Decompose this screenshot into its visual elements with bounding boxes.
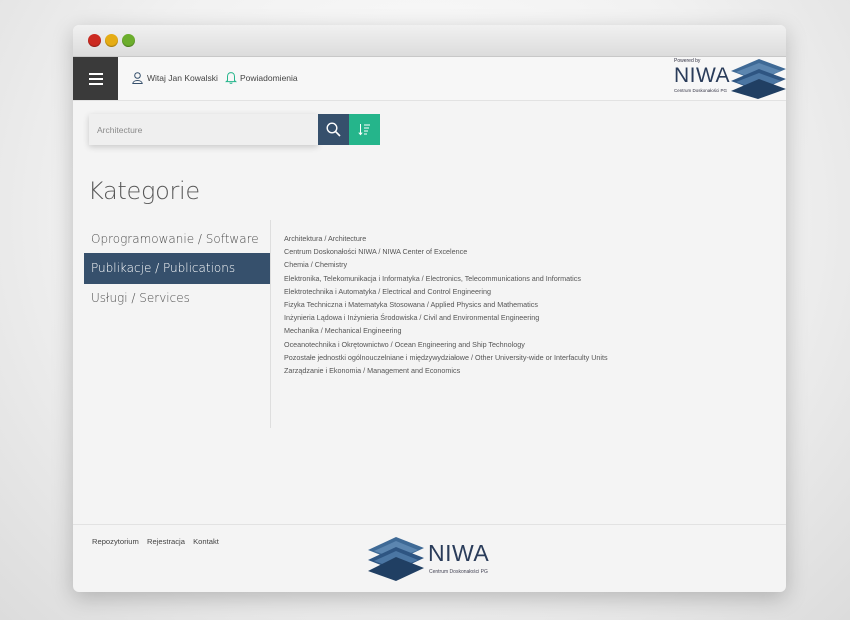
subcategory-item[interactable]: Centrum Doskonałości NIWA / NIWA Center … [284, 245, 608, 258]
notifications-link[interactable]: Powiadomienia [240, 73, 298, 83]
subcategory-item[interactable]: Inżynieria Lądowa i Inżynieria Środowisk… [284, 311, 608, 324]
window-titlebar [73, 25, 786, 57]
menu-button[interactable] [73, 57, 118, 100]
subcategory-list: Architektura / Architecture Centrum Dosk… [284, 232, 608, 377]
subcategory-item[interactable]: Elektrotechnika i Automatyka / Electrica… [284, 285, 608, 298]
footer-link-repository[interactable]: Repozytorium [92, 537, 139, 546]
niwa-logo-header[interactable]: Powered by NIWA Centrum Doskonałości PG [671, 57, 786, 99]
search-input[interactable] [89, 114, 312, 145]
footer-link-contact[interactable]: Kontakt [193, 537, 219, 546]
column-divider [270, 220, 271, 428]
subcategory-item[interactable]: Oceanotechnika i Okrętownictwo / Ocean E… [284, 338, 608, 351]
close-window-button[interactable] [88, 34, 101, 47]
sort-icon [358, 124, 370, 136]
subcategory-item[interactable]: Elektronika, Telekomunikacja i Informaty… [284, 272, 608, 285]
search-button[interactable] [318, 114, 349, 145]
search-box [89, 114, 318, 145]
hamburger-icon [88, 72, 103, 75]
subcategory-item[interactable]: Fizyka Techniczna i Matematyka Stosowana… [284, 298, 608, 311]
footer-links: Repozytorium Rejestracja Kontakt [92, 537, 225, 546]
subcategory-item[interactable]: Architektura / Architecture [284, 232, 608, 245]
niwa-subtitle: Centrum Doskonałości PG [674, 88, 728, 93]
user-icon [132, 72, 143, 84]
niwa-logo-footer[interactable]: NIWA Centrum Doskonałości PG [368, 535, 503, 583]
subcategory-item[interactable]: Chemia / Chemistry [284, 258, 608, 271]
subcategory-item[interactable]: Zarządzanie i Ekonomia / Management and … [284, 364, 608, 377]
minimize-window-button[interactable] [105, 34, 118, 47]
niwa-brand-text: NIWA [428, 540, 490, 566]
subcategory-item[interactable]: Pozostałe jednostki ogólnouczelniane i m… [284, 351, 608, 364]
footer-link-registration[interactable]: Rejestracja [147, 537, 185, 546]
category-item-services[interactable]: Usługi / Services [84, 284, 270, 312]
category-item-software[interactable]: Oprogramowanie / Software [84, 225, 270, 253]
maximize-window-button[interactable] [122, 34, 135, 47]
sort-button[interactable] [349, 114, 380, 145]
user-greeting[interactable]: Witaj Jan Kowalski [147, 73, 218, 83]
page-title: Kategorie [88, 177, 200, 205]
niwa-stripes-icon [731, 59, 786, 99]
footer-divider [73, 524, 786, 525]
niwa-brand-text: NIWA [674, 64, 731, 87]
search-icon [326, 122, 341, 137]
browser-window: Witaj Jan Kowalski Powiadomienia Powered… [73, 25, 786, 592]
subcategory-item[interactable]: Mechanika / Mechanical Engineering [284, 324, 608, 337]
category-item-publications[interactable]: Publikacje / Publications [84, 253, 270, 284]
niwa-subtitle: Centrum Doskonałości PG [429, 569, 488, 575]
category-list: Oprogramowanie / Software Publikacje / P… [84, 225, 270, 312]
bell-icon [225, 72, 237, 84]
niwa-stripes-icon [368, 537, 424, 581]
